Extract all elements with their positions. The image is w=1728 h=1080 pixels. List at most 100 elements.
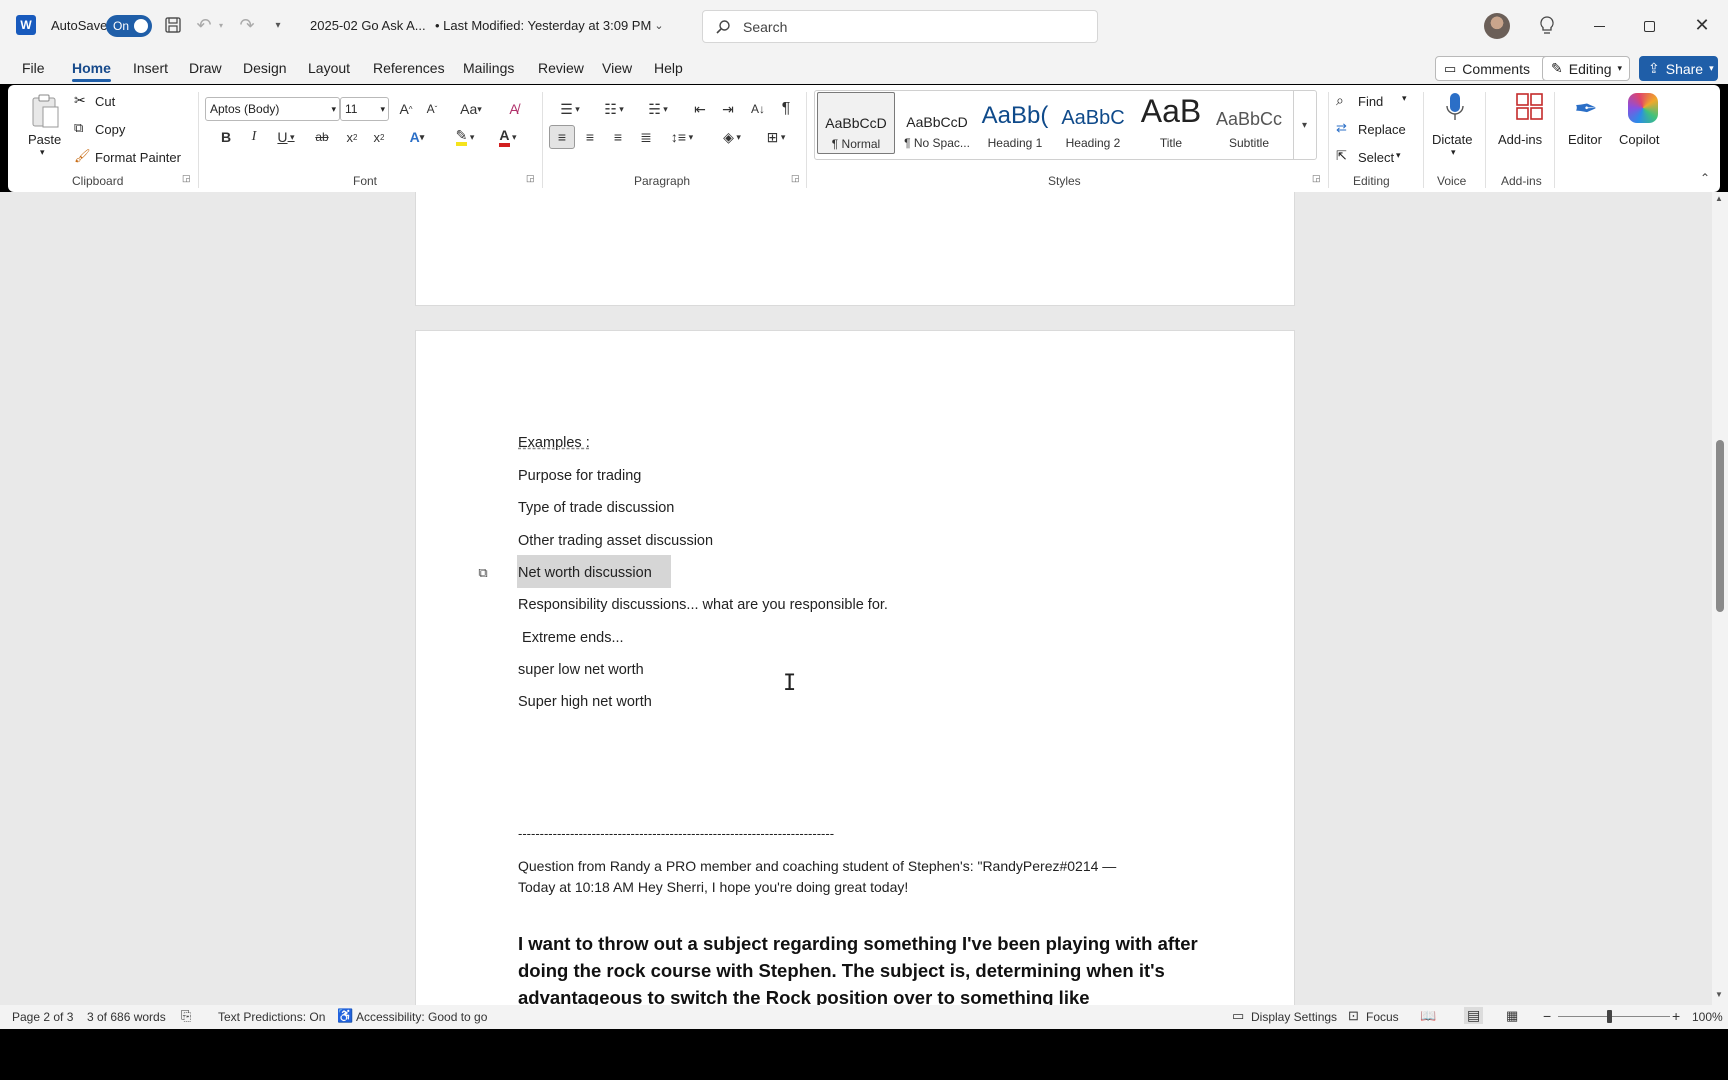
paste-button[interactable]: Paste <box>28 132 61 147</box>
styles-more-icon[interactable]: ▾ <box>1293 91 1315 159</box>
zoom-slider[interactable] <box>1558 1016 1670 1017</box>
share-button[interactable]: ⇪ Share ▾ <box>1639 56 1718 81</box>
web-layout-icon[interactable]: ▦ <box>1506 1008 1518 1024</box>
print-layout-icon[interactable]: ▤ <box>1464 1007 1484 1024</box>
focus-button[interactable]: Focus <box>1366 1010 1399 1024</box>
zoom-level[interactable]: 100% <box>1692 1010 1723 1024</box>
select-button[interactable]: Select <box>1358 150 1394 165</box>
search-input[interactable]: Search <box>702 10 1098 43</box>
tab-home[interactable]: Home <box>72 60 111 82</box>
vertical-scrollbar[interactable]: ▲ ▼ <box>1712 192 1728 1005</box>
collapse-ribbon-icon[interactable]: ⌃ <box>1700 171 1710 185</box>
increase-indent-icon[interactable]: ⇥ <box>716 97 740 121</box>
style-heading-2[interactable]: AaBbC Heading 2 <box>1054 92 1132 154</box>
shrink-font-icon[interactable]: Aˇ <box>421 97 443 121</box>
borders-icon[interactable]: ⊞ ▾ <box>758 125 794 149</box>
tab-references[interactable]: References <box>373 60 445 76</box>
page-count[interactable]: Page 2 of 3 <box>12 1010 73 1024</box>
underline-icon[interactable]: U ▾ <box>270 125 302 149</box>
document-title[interactable]: 2025-02 Go Ask A... <box>310 18 426 33</box>
tab-insert[interactable]: Insert <box>133 60 168 76</box>
italic-icon[interactable]: I <box>243 125 265 149</box>
style-title[interactable]: AaB Title <box>1132 92 1210 154</box>
tab-review[interactable]: Review <box>538 60 584 76</box>
highlight-icon[interactable]: ✎ ▾ <box>448 125 482 149</box>
line-spacing-icon[interactable]: ↕≡ ▾ <box>664 125 700 149</box>
chevron-down-icon[interactable]: ⌄ <box>652 17 666 33</box>
redo-icon[interactable]: ↷ <box>237 15 257 35</box>
dialog-launcher-icon[interactable]: ◲ <box>182 173 191 184</box>
style-subtitle[interactable]: AaBbCc Subtitle <box>1210 92 1288 154</box>
chevron-down-icon[interactable]: ▾ <box>40 147 45 158</box>
scroll-thumb[interactable] <box>1716 440 1724 612</box>
editor-icon[interactable]: ✒ <box>1570 91 1602 125</box>
style-heading-1[interactable]: AaBb( Heading 1 <box>976 92 1054 154</box>
microphone-icon[interactable] <box>1443 91 1467 125</box>
read-mode-icon[interactable]: 📖 <box>1420 1008 1436 1024</box>
text-effects-icon[interactable]: A ▾ <box>402 125 432 149</box>
tab-view[interactable]: View <box>602 60 632 76</box>
copilot-button[interactable]: Copilot <box>1619 132 1659 147</box>
page-current[interactable]: Examples : Purpose for trading Type of t… <box>415 330 1295 1005</box>
accessibility-status[interactable]: Accessibility: Good to go <box>356 1010 487 1024</box>
display-settings-button[interactable]: Display Settings <box>1251 1010 1337 1024</box>
close-icon[interactable]: ✕ <box>1690 13 1714 37</box>
font-color-icon[interactable]: A ▾ <box>492 125 524 149</box>
tab-design[interactable]: Design <box>243 60 287 76</box>
bullets-icon[interactable]: ☰ ▾ <box>552 97 588 121</box>
zoom-in-icon[interactable]: + <box>1672 1008 1680 1024</box>
copy-button[interactable]: Copy <box>95 122 125 137</box>
restore-icon[interactable] <box>1638 15 1660 37</box>
dialog-launcher-icon[interactable]: ◲ <box>1312 173 1321 184</box>
paste-icon[interactable] <box>30 93 60 129</box>
superscript-icon[interactable]: x2 <box>368 125 390 149</box>
multilevel-list-icon[interactable]: ☵ ▾ <box>640 97 676 121</box>
grow-font-icon[interactable]: A ^ <box>395 97 417 121</box>
scroll-up-icon[interactable]: ▲ <box>1715 194 1723 203</box>
editor-button[interactable]: Editor <box>1568 132 1602 147</box>
addins-icon[interactable] <box>1516 93 1544 121</box>
strikethrough-icon[interactable]: ab <box>310 125 334 149</box>
dialog-launcher-icon[interactable]: ◲ <box>791 173 800 184</box>
tab-mailings[interactable]: Mailings <box>463 60 514 76</box>
last-modified[interactable]: • Last Modified: Yesterday at 3:09 PM <box>435 18 651 33</box>
tab-draw[interactable]: Draw <box>189 60 222 76</box>
avatar[interactable] <box>1484 13 1510 39</box>
tab-help[interactable]: Help <box>654 60 683 76</box>
align-left-icon[interactable]: ≡ <box>549 125 575 149</box>
font-size-select[interactable]: 11 ▾ <box>340 97 389 121</box>
undo-dropdown-icon[interactable]: ▾ <box>216 18 226 32</box>
cut-button[interactable]: Cut <box>95 94 115 109</box>
sort-icon[interactable]: A↓ <box>746 97 770 121</box>
text-predictions[interactable]: Text Predictions: On <box>218 1010 325 1024</box>
clear-formatting-icon[interactable]: A̸ <box>502 97 526 121</box>
replace-button[interactable]: Replace <box>1358 122 1406 137</box>
copilot-icon[interactable] <box>1628 93 1658 123</box>
subscript-icon[interactable]: x2 <box>341 125 363 149</box>
chevron-down-icon[interactable]: ▾ <box>1402 93 1407 104</box>
customize-toolbar-icon[interactable]: ▾ <box>270 16 286 34</box>
addins-button[interactable]: Add-ins <box>1498 132 1542 147</box>
chevron-down-icon[interactable]: ▾ <box>1396 150 1401 161</box>
tab-layout[interactable]: Layout <box>308 60 350 76</box>
scroll-down-icon[interactable]: ▼ <box>1715 990 1723 999</box>
align-center-icon[interactable]: ≡ <box>578 125 602 149</box>
style-normal[interactable]: AaBbCcD ¶ Normal <box>817 92 895 154</box>
show-formatting-icon[interactable]: ¶ <box>774 97 798 121</box>
minimize-icon[interactable] <box>1588 15 1610 37</box>
save-icon[interactable] <box>163 15 183 35</box>
zoom-out-icon[interactable]: − <box>1543 1008 1551 1024</box>
copilot-margin-icon[interactable]: ⧉ <box>474 564 492 582</box>
shading-icon[interactable]: ◈ ▾ <box>714 125 750 149</box>
lightbulb-icon[interactable] <box>1536 14 1558 38</box>
find-button[interactable]: Find <box>1358 94 1383 109</box>
dictate-button[interactable]: Dictate <box>1432 132 1472 147</box>
justify-icon[interactable]: ≣ <box>634 125 658 149</box>
decrease-indent-icon[interactable]: ⇤ <box>688 97 712 121</box>
bold-icon[interactable]: B <box>215 125 237 149</box>
numbering-icon[interactable]: ☷ ▾ <box>596 97 632 121</box>
word-count[interactable]: 3 of 686 words <box>87 1010 166 1024</box>
undo-icon[interactable]: ↶ <box>194 15 214 35</box>
chevron-down-icon[interactable]: ▾ <box>1451 147 1456 158</box>
align-right-icon[interactable]: ≡ <box>606 125 630 149</box>
